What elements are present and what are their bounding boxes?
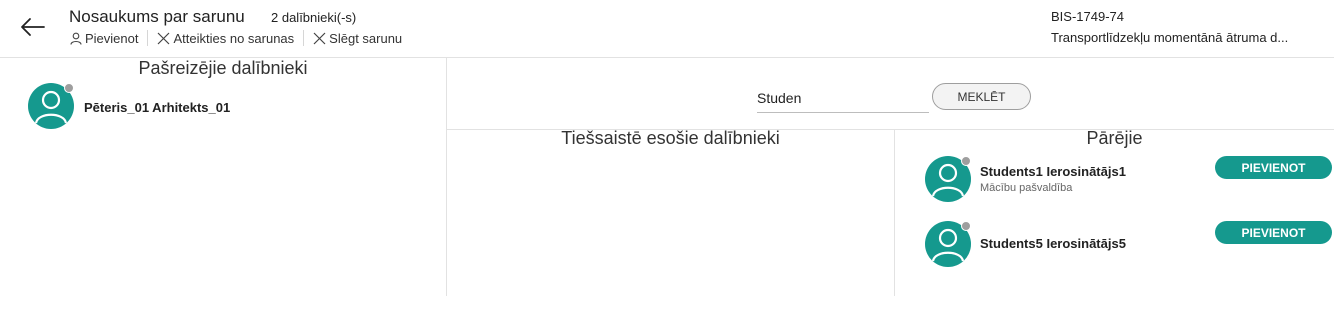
header: Nosaukums par sarunu 2 dalībnieki(-s) Pi… [0, 0, 1334, 58]
divider [147, 30, 149, 46]
case-description: Transportlīdzekļu momentānā ātruma d... [1051, 30, 1289, 45]
search-input[interactable] [757, 84, 929, 113]
close-icon [313, 32, 326, 44]
search-button[interactable]: MEKLĒT [932, 83, 1031, 110]
divider [894, 130, 895, 296]
close-conversation-label: Slēgt sarunu [329, 30, 403, 46]
header-actions: Pievienot Atteikties no sarunas Slēgt sa… [66, 30, 406, 46]
divider [303, 30, 305, 46]
close-conversation-button[interactable]: Slēgt sarunu [309, 31, 406, 46]
participant-name: Students5 Ierosinātājs5 [980, 236, 1126, 251]
avatar [925, 156, 971, 202]
person-icon [70, 32, 82, 45]
arrow-left-icon [21, 18, 45, 36]
back-button[interactable] [18, 14, 46, 40]
leave-conversation-button[interactable]: Atteikties no sarunas [153, 31, 298, 46]
search-panel: MEKLĒT Tiešsaistē esošie dalībnieki Pārē… [447, 58, 1334, 296]
case-code: BIS-1749-74 [1051, 9, 1124, 24]
current-participants-panel: Pašreizējie dalībnieki Pēteris_01 Arhite… [0, 58, 447, 296]
status-indicator [64, 83, 74, 93]
conversation-title: Nosaukums par sarunu [69, 7, 245, 26]
other-participants-title: Pārējie [1086, 128, 1143, 148]
status-indicator [961, 156, 971, 166]
participant-name: Students1 Ierosinātājs1 [980, 164, 1126, 179]
avatar [28, 83, 74, 129]
participant-name: Pēteris_01 Arhitekts_01 [84, 100, 231, 115]
add-participant-label: Pievienot [85, 30, 139, 46]
leave-conversation-label: Atteikties no sarunas [173, 30, 295, 46]
current-participants-title: Pašreizējie dalībnieki [138, 58, 308, 78]
status-indicator [961, 221, 971, 231]
participant-organization: Mācību pašvaldība [980, 182, 1073, 194]
avatar [925, 221, 971, 267]
add-participant-button[interactable]: PIEVIENOT [1215, 156, 1332, 179]
online-participants-title: Tiešsaistē esošie dalībnieki [561, 128, 780, 148]
add-participant-button[interactable]: PIEVIENOT [1215, 221, 1332, 244]
close-icon [158, 32, 170, 44]
add-participant-button[interactable]: Pievienot [66, 31, 142, 46]
participant-count: 2 dalībnieki(-s) [271, 10, 357, 25]
